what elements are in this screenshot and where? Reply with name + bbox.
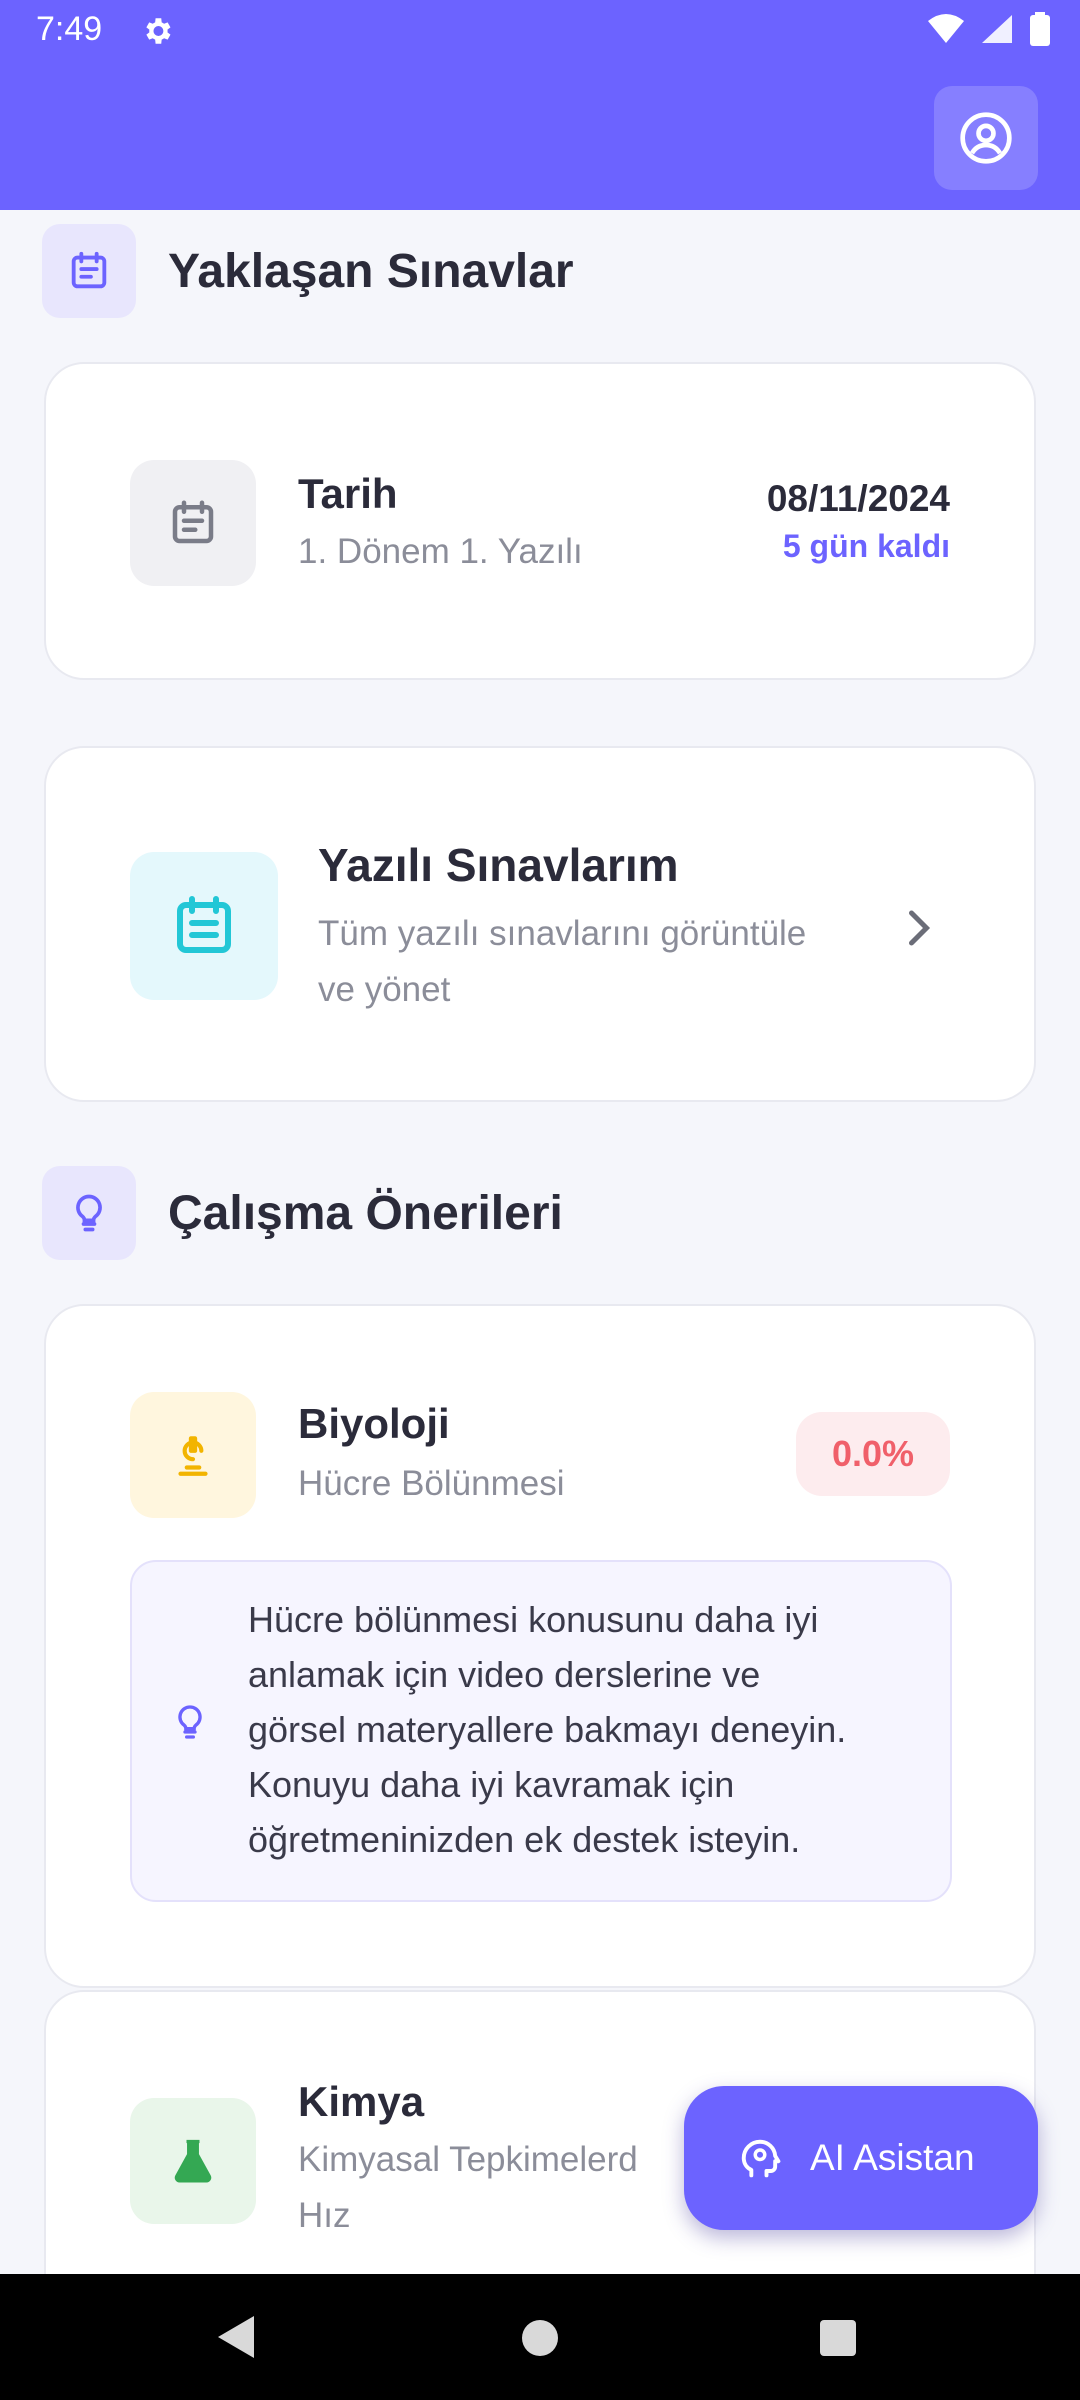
calendar-icon — [130, 460, 256, 586]
section-title: Çalışma Önerileri — [168, 1186, 563, 1240]
advice-box: Hücre bölünmesi konusunu daha iyi anlama… — [130, 1560, 952, 1902]
wifi-icon — [928, 14, 964, 43]
signal-icon — [982, 15, 1012, 43]
calendar-icon — [42, 224, 136, 318]
topic-name: Hücre Bölünmesi — [298, 1464, 565, 1503]
calendar-icon — [130, 852, 278, 1000]
lightbulb-icon — [178, 1705, 202, 1739]
section-upcoming-exams: Yaklaşan Sınavlar — [42, 224, 574, 318]
exam-date: 08/11/2024 — [766, 478, 950, 519]
days-left: 5 gün kaldı — [782, 528, 950, 564]
app-bar: 7:49 — [0, 0, 1080, 210]
settings-icon — [146, 18, 171, 44]
brain-icon — [741, 2139, 781, 2178]
profile-button[interactable] — [934, 86, 1038, 190]
home-icon[interactable] — [520, 2318, 560, 2358]
written-exams-title: Yazılı Sınavlarım — [318, 839, 679, 891]
section-study-recommendations: Çalışma Önerileri — [42, 1166, 563, 1260]
advice-line: görsel materyallere bakmayı deneyin. — [248, 1709, 847, 1750]
topic-name-line1: Kimyasal Tepkimelerd — [298, 2140, 638, 2179]
recommendation-card-biology[interactable]: Biyoloji Hücre Bölünmesi 0.0% Hücre bölü… — [44, 1304, 1036, 1988]
status-indicators — [926, 12, 1050, 46]
flask-icon — [130, 2098, 256, 2224]
account-circle-icon — [960, 112, 1012, 164]
ai-assistant-label: AI Asistan — [810, 2137, 975, 2178]
topic-name-line2: Hız — [298, 2196, 351, 2235]
advice-text: Hücre bölünmesi konusunu daha iyi anlama… — [248, 1592, 938, 1867]
advice-line: Hücre bölünmesi konusunu daha iyi — [248, 1599, 819, 1640]
exam-subtitle: 1. Dönem 1. Yazılı — [298, 532, 583, 571]
chevron-right-icon — [909, 910, 931, 946]
advice-line: Konuyu daha iyi kavramak için — [248, 1764, 735, 1805]
score-badge: 0.0% — [796, 1412, 950, 1496]
ai-assistant-button[interactable]: AI Asistan — [684, 2086, 1038, 2230]
exam-card[interactable]: Tarih 1. Dönem 1. Yazılı 08/11/2024 5 gü… — [44, 362, 1036, 680]
recents-icon[interactable] — [818, 2318, 858, 2358]
written-exams-card[interactable]: Yazılı Sınavlarım Tüm yazılı sınavlarını… — [44, 746, 1036, 1102]
microscope-icon — [130, 1392, 256, 1518]
status-time: 7:49 — [36, 10, 103, 48]
section-title: Yaklaşan Sınavlar — [168, 244, 574, 298]
back-icon[interactable] — [214, 2314, 258, 2360]
subject-name: Kimya — [298, 2078, 425, 2125]
written-exams-desc-line2: ve yönet — [318, 970, 451, 1009]
written-exams-desc-line1: Tüm yazılı sınavlarını görüntüle — [318, 914, 807, 953]
advice-line: öğretmeninizden ek destek isteyin. — [248, 1819, 801, 1860]
advice-line: anlamak için video derslerine ve — [248, 1654, 761, 1695]
lightbulb-icon — [42, 1166, 136, 1260]
exam-title: Tarih — [298, 470, 398, 517]
subject-name: Biyoloji — [298, 1400, 450, 1447]
system-navigation-bar — [0, 2274, 1080, 2400]
battery-icon — [1030, 12, 1050, 46]
